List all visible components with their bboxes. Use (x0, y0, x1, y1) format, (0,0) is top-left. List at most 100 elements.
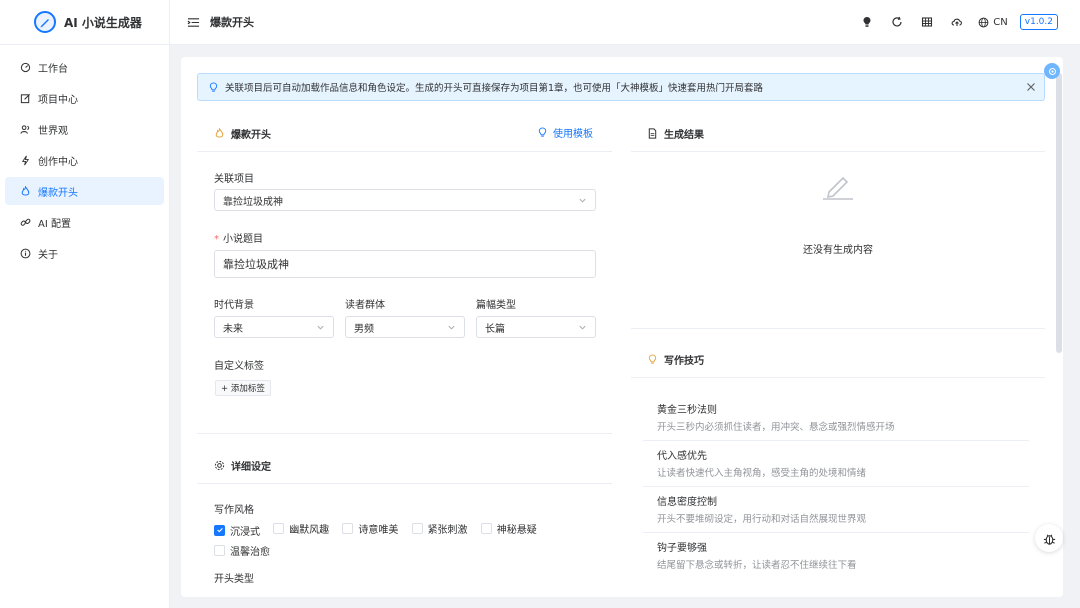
style-checkbox[interactable]: 神秘悬疑 (480, 521, 537, 536)
checkbox-label: 紧张刺激 (427, 525, 468, 536)
divider (631, 328, 1045, 329)
globe-icon (978, 17, 989, 27)
audience-select[interactable]: 男频 (345, 316, 465, 338)
tip-desc: 开头不要堆砌设定，用行动和对话自然展现世界观 (657, 514, 867, 525)
bulb-icon (208, 81, 219, 93)
top-header: 爆款开头 CN v1.0.2 (170, 0, 1080, 45)
era-select[interactable]: 未来 (214, 316, 334, 338)
divider (631, 151, 1045, 152)
link-icon (19, 216, 31, 228)
bug-icon (1043, 533, 1055, 545)
info-alert: 关联项目后可自动加载作品信息和角色设定。生成的开头可直接保存为项目第1章，也可使… (197, 73, 1045, 101)
pen-logo-icon (34, 11, 56, 33)
sidebar-item-about[interactable]: 关于 (5, 239, 164, 267)
audience-select-value: 男频 (354, 323, 374, 335)
checkbox-icon (214, 544, 225, 556)
chevron-down-icon (447, 323, 456, 332)
refresh-icon[interactable] (890, 15, 904, 29)
sidebar-item-label: 世界观 (38, 125, 68, 137)
style-checkbox[interactable]: 沉浸式 (214, 523, 260, 538)
style-checkbox[interactable]: 幽默风趣 (273, 521, 329, 536)
divider (197, 433, 612, 434)
page-title: 爆款开头 (210, 16, 254, 29)
section-title-text: 写作技巧 (664, 356, 704, 367)
tip-title: 信息密度控制 (657, 497, 717, 508)
tip-item: 黄金三秒法则 开头三秒内必须抓住读者，用冲突、悬念或强烈情感开场 (643, 395, 1029, 441)
length-select[interactable]: 长篇 (476, 316, 596, 338)
bulb-icon (538, 127, 547, 137)
hot-opening-section-title: 爆款开头 (214, 126, 271, 141)
checkbox-icon (273, 523, 285, 534)
sidebar-item-label: AI 配置 (38, 218, 71, 230)
divider (631, 377, 1045, 378)
app-title: AI 小说生成器 (64, 15, 142, 30)
sidebar-item-hot-opening[interactable]: 爆款开头 (5, 177, 164, 205)
checkbox-label: 沉浸式 (230, 526, 260, 538)
edit-icon (19, 92, 31, 104)
era-select-value: 未来 (223, 323, 243, 335)
sidebar-item-creation[interactable]: 创作中心 (5, 146, 164, 174)
title-label: * 小说题目 (214, 230, 263, 245)
sidebar-item-label: 项目中心 (38, 94, 78, 106)
novel-title-value: 靠捡垃圾成神 (223, 258, 289, 271)
language-label: CN (993, 16, 1008, 28)
info-alert-text: 关联项目后可自动加载作品信息和角色设定。生成的开头可直接保存为项目第1章，也可使… (225, 83, 764, 94)
checkbox-label: 幽默风趣 (289, 525, 330, 536)
checkbox-icon (411, 523, 423, 534)
theme-bulb-icon[interactable] (860, 15, 874, 29)
tip-desc: 让读者快速代入主角视角，感受主角的处境和情绪 (657, 468, 867, 479)
floating-settings-button[interactable] (1044, 63, 1060, 79)
era-label: 时代背景 (214, 300, 254, 311)
style-label: 写作风格 (214, 505, 254, 516)
bug-report-button[interactable] (1035, 524, 1063, 552)
project-select-value: 靠捡垃圾成神 (223, 196, 283, 208)
sidebar-item-dashboard[interactable]: 工作台 (5, 53, 164, 81)
cloud-upload-icon[interactable] (950, 15, 964, 29)
language-switch[interactable]: CN (978, 16, 1008, 28)
sidebar-item-label: 工作台 (38, 63, 68, 75)
sidebar-item-worldview[interactable]: 世界观 (5, 115, 164, 143)
info-icon (19, 247, 31, 259)
result-empty-state: 还没有生成内容 (631, 153, 1045, 329)
use-template-label: 使用模板 (553, 129, 593, 140)
checkbox-checked-icon (214, 524, 225, 536)
style-checkbox-group: 沉浸式 幽默风趣 诗意唯美 紧张刺激 神秘悬疑 温馨治愈 (214, 521, 554, 563)
style-checkbox[interactable]: 温馨治愈 (214, 543, 270, 558)
tip-item: 代入感优先 让读者快速代入主角视角，感受主角的处境和情绪 (643, 441, 1029, 487)
chevron-down-icon (316, 323, 325, 332)
tip-desc: 结尾留下悬念或转折，让读者忍不住继续往下看 (657, 560, 857, 571)
sidebar: AI 小说生成器 工作台 项目中心 世界观 创作中心 爆款开头 AI 配置 关于 (0, 0, 170, 608)
tip-item: 钩子要够强 结尾留下悬念或转折，让读者忍不住继续往下看 (643, 533, 1029, 579)
menu-fold-icon[interactable] (186, 15, 200, 29)
table-grid-icon[interactable] (920, 15, 934, 29)
tip-title: 黄金三秒法则 (657, 405, 717, 416)
section-title-text: 生成结果 (664, 130, 704, 141)
gear-icon (214, 460, 225, 471)
sidebar-item-label: 创作中心 (38, 156, 78, 168)
checkbox-label: 温馨治愈 (230, 546, 270, 558)
scrollbar[interactable] (1053, 57, 1063, 597)
tags-label: 自定义标签 (214, 361, 264, 372)
use-template-button[interactable]: 使用模板 (537, 125, 593, 140)
flame-icon (215, 128, 224, 138)
novel-title-input[interactable]: 靠捡垃圾成神 (214, 250, 596, 278)
checkbox-icon (480, 523, 492, 534)
document-icon (648, 128, 657, 139)
tip-title: 代入感优先 (657, 451, 707, 462)
checkbox-label: 神秘悬疑 (496, 525, 537, 536)
tip-desc: 开头三秒内必须抓住读者，用冲突、悬念或强烈情感开场 (657, 422, 895, 433)
length-select-value: 长篇 (485, 323, 505, 335)
close-icon[interactable] (1026, 82, 1036, 92)
sidebar-item-label: 爆款开头 (38, 187, 78, 199)
result-section-title: 生成结果 (647, 126, 704, 141)
style-checkbox[interactable]: 诗意唯美 (342, 521, 398, 536)
sidebar-item-ai-config[interactable]: AI 配置 (5, 208, 164, 236)
project-select[interactable]: 靠捡垃圾成神 (214, 189, 596, 211)
sidebar-item-projects[interactable]: 项目中心 (5, 84, 164, 112)
add-tag-button[interactable]: + 添加标签 (215, 380, 271, 396)
target-icon (1048, 67, 1056, 75)
scrollbar-thumb[interactable] (1056, 73, 1062, 353)
app-logo[interactable]: AI 小说生成器 (0, 0, 169, 45)
style-checkbox[interactable]: 紧张刺激 (411, 521, 468, 536)
divider (197, 151, 612, 152)
